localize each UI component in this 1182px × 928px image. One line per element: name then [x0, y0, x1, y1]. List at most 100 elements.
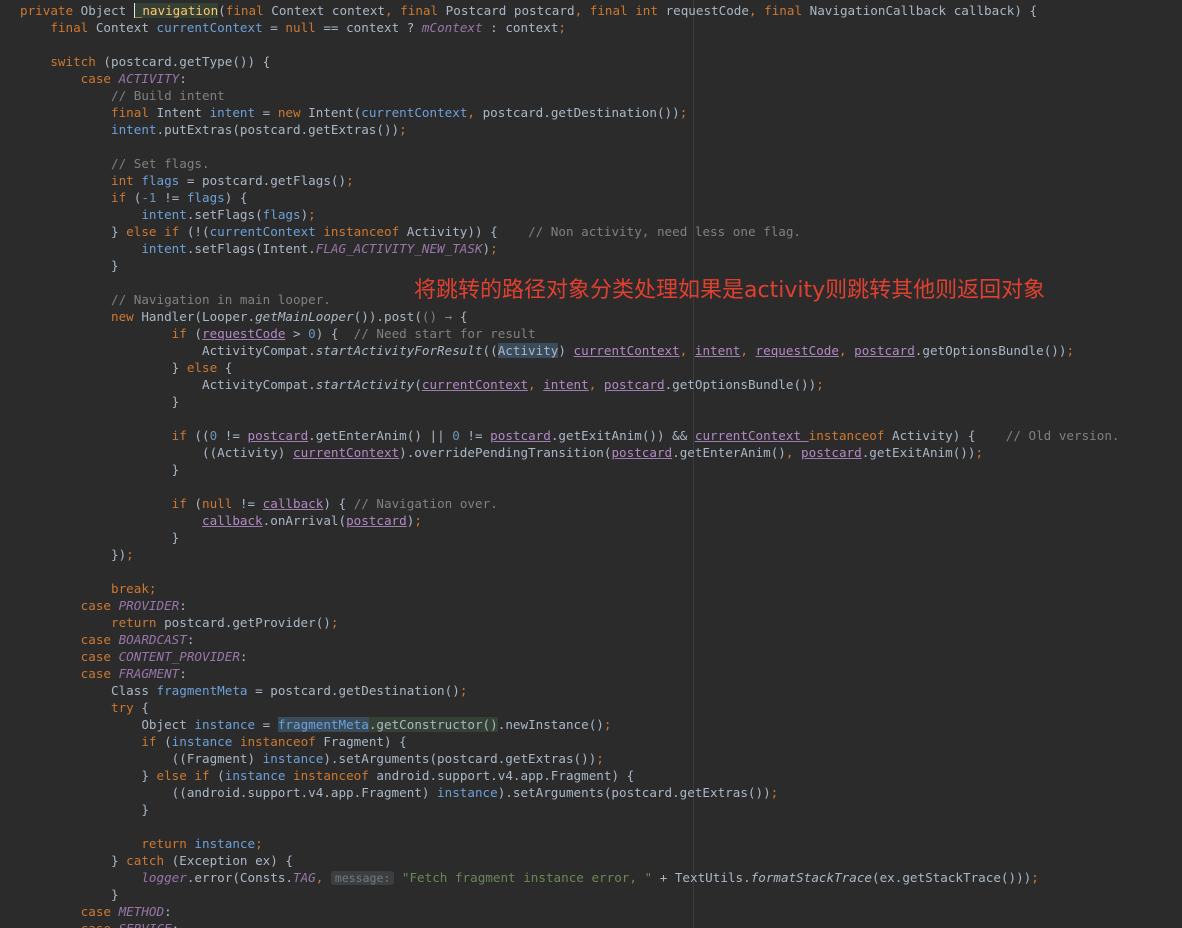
code-line[interactable]: } else if (!(currentContext instanceof A…	[20, 223, 1120, 240]
code-token: postcard.getProvider()	[164, 615, 331, 630]
code-token: ;	[255, 836, 263, 851]
code-line[interactable]: }	[20, 393, 1120, 410]
code-line[interactable]: callback.onArrival(postcard);	[20, 512, 1120, 529]
code-token: TAG	[292, 870, 316, 885]
annotation-text: 将跳转的路径对象分类处理如果是activity则跳转其他则返回对象	[414, 278, 1046, 303]
code-line[interactable]: case CONTENT_PROVIDER:	[20, 648, 1120, 665]
code-line[interactable]	[20, 36, 1120, 53]
code-token: postcard	[801, 445, 862, 460]
code-line[interactable]: }	[20, 801, 1120, 818]
code-line[interactable]: }	[20, 886, 1120, 903]
code-line[interactable]: intent.setFlags(flags);	[20, 206, 1120, 223]
code-line[interactable]: } catch (Exception ex) {	[20, 852, 1120, 869]
code-line[interactable]: if (requestCode > 0) { // Need start for…	[20, 325, 1120, 342]
code-line[interactable]: private Object _navigation(final Context…	[20, 2, 1120, 19]
code-line[interactable]: int flags = postcard.getFlags();	[20, 172, 1120, 189]
code-token: "Fetch fragment instance error, "	[401, 870, 660, 885]
code-line[interactable]: }	[20, 461, 1120, 478]
code-line[interactable]: case BOARDCAST:	[20, 631, 1120, 648]
code-line[interactable]: case ACTIVITY:	[20, 70, 1120, 87]
code-area[interactable]: private Object _navigation(final Context…	[20, 2, 1120, 928]
code-line[interactable]	[20, 563, 1120, 580]
code-line[interactable]: } else if (instance instanceof android.s…	[20, 767, 1120, 784]
code-line[interactable]: });	[20, 546, 1120, 563]
code-token: ;	[308, 207, 316, 222]
code-line[interactable]: case SERVICE:	[20, 920, 1120, 928]
code-line[interactable]: if (-1 != flags) {	[20, 189, 1120, 206]
code-token: ,	[315, 870, 331, 885]
code-line[interactable]: case METHOD:	[20, 903, 1120, 920]
code-token: ;	[770, 785, 779, 800]
code-token: null	[285, 20, 324, 35]
code-line[interactable]: case PROVIDER:	[20, 597, 1120, 614]
code-token: instance	[437, 785, 498, 800]
code-token: Activity)) {	[406, 224, 529, 239]
code-token: ).setArguments(postcard.getExtras())	[323, 751, 597, 766]
code-line[interactable]: ((Activity) currentContext).overridePend…	[20, 444, 1120, 461]
code-token: 0	[452, 428, 468, 443]
code-line[interactable]: ActivityCompat.startActivity(currentCont…	[20, 376, 1120, 393]
code-token: ;	[975, 445, 984, 460]
code-line[interactable]: ActivityCompat.startActivityForResult((A…	[20, 342, 1120, 359]
code-token: catch	[126, 853, 172, 868]
code-line[interactable]: break;	[20, 580, 1120, 597]
code-line[interactable]: }	[20, 529, 1120, 546]
code-token: final int	[589, 3, 666, 18]
code-token: if	[171, 326, 195, 341]
code-token: {	[459, 309, 468, 324]
code-token: instance	[224, 768, 294, 783]
code-line[interactable]: try {	[20, 699, 1120, 716]
code-line[interactable]: // Set flags.	[20, 155, 1120, 172]
code-token: 0	[209, 428, 225, 443]
code-line[interactable]: Object instance = fragmentMeta.getConstr…	[20, 716, 1120, 733]
code-line[interactable]: case FRAGMENT:	[20, 665, 1120, 682]
code-line[interactable]: if (null != callback) { // Navigation ov…	[20, 495, 1120, 512]
code-line[interactable]	[20, 138, 1120, 155]
code-line[interactable]: ((android.support.v4.app.Fragment) insta…	[20, 784, 1120, 801]
code-token: =	[255, 105, 278, 120]
code-token: .getConstructor()	[368, 717, 498, 732]
code-token: ,	[528, 377, 544, 392]
code-token: intent	[694, 343, 741, 358]
code-line[interactable]: if (instance instanceof Fragment) {	[20, 733, 1120, 750]
code-line[interactable]: return postcard.getProvider();	[20, 614, 1120, 631]
code-line[interactable]: Class fragmentMeta = postcard.getDestina…	[20, 682, 1120, 699]
code-token: private	[20, 3, 81, 18]
code-line[interactable]: final Intent intent = new Intent(current…	[20, 104, 1120, 121]
code-token: ()).post(	[353, 309, 422, 324]
code-line[interactable]: } else {	[20, 359, 1120, 376]
code-line[interactable]: return instance;	[20, 835, 1120, 852]
code-line[interactable]: intent.setFlags(Intent.FLAG_ACTIVITY_NEW…	[20, 240, 1120, 257]
code-line[interactable]: if ((0 != postcard.getEnterAnim() || 0 !…	[20, 427, 1120, 444]
code-line[interactable]: switch (postcard.getType()) {	[20, 53, 1120, 70]
code-line[interactable]	[20, 478, 1120, 495]
code-line[interactable]: intent.putExtras(postcard.getExtras());	[20, 121, 1120, 138]
code-token: :	[172, 921, 180, 928]
code-line[interactable]: ((Fragment) instance).setArguments(postc…	[20, 750, 1120, 767]
code-line[interactable]: logger.error(Consts.TAG, message: "Fetch…	[20, 869, 1120, 886]
code-token: )	[558, 343, 574, 358]
code-token: intent	[209, 105, 256, 120]
code-line[interactable]: final Context currentContext = null == c…	[20, 19, 1120, 36]
code-editor[interactable]: private Object _navigation(final Context…	[0, 0, 1182, 928]
code-token: intent	[141, 207, 187, 222]
code-line[interactable]: new Handler(Looper.getMainLooper()).post…	[20, 308, 1120, 325]
code-token: ;	[816, 377, 824, 392]
code-line[interactable]: // Build intent	[20, 87, 1120, 104]
code-token: ((android.support.v4.app.Fragment)	[171, 785, 438, 800]
code-line[interactable]	[20, 818, 1120, 835]
code-token: ,	[679, 343, 695, 358]
code-token: }	[111, 224, 127, 239]
code-token: {	[141, 700, 149, 715]
code-line[interactable]	[20, 410, 1120, 427]
code-token: ()	[421, 309, 445, 324]
code-token: // Need start for result	[353, 326, 536, 341]
